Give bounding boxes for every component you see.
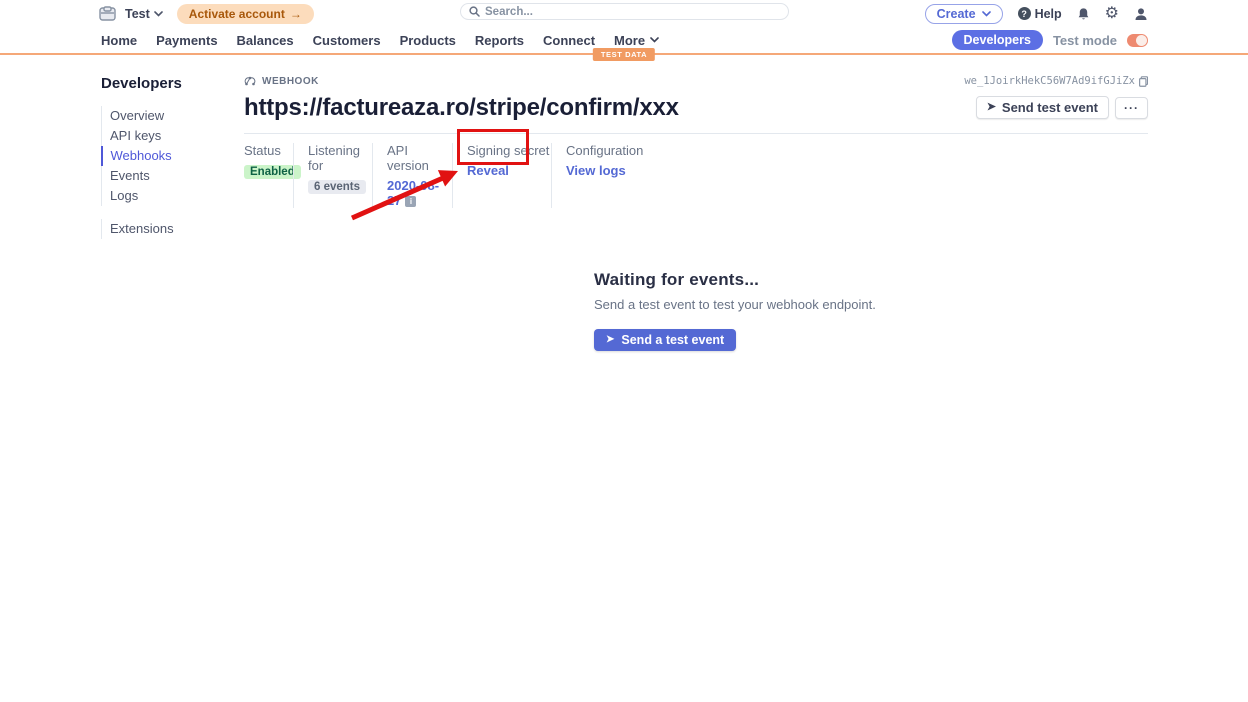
nav-item-customers[interactable]: Customers [313,33,381,48]
reveal-link[interactable]: Reveal [467,163,509,178]
view-logs-link[interactable]: View logs [566,163,626,178]
play-icon: ➤ [606,335,614,345]
info-icon: i [405,196,416,207]
activate-account-label: Activate account [189,7,285,21]
stripe-dashboard-webhook-page: { "topbar": { "env_label": "Test", "acti… [0,0,1248,702]
signing-secret-label: Signing secret [467,143,551,158]
webhook-actions: ➤ Send test event ··· [976,96,1148,119]
nav-item-connect[interactable]: Connect [543,33,595,48]
webhook-details-row: Status Enabled Listening for 6 events AP… [244,134,1148,208]
webhook-title-block: WEBHOOK https://factureaza.ro/stripe/con… [244,75,679,122]
nav-item-products[interactable]: Products [400,33,456,48]
test-mode-toggle[interactable] [1127,34,1148,47]
empty-state-subtitle: Send a test event to test your webhook e… [594,297,1148,312]
nav-item-reports[interactable]: Reports [475,33,524,48]
create-button[interactable]: Create [925,4,1003,24]
webhook-main: WEBHOOK https://factureaza.ro/stripe/con… [244,75,1148,351]
settings-gear-icon[interactable]: ⚙ [1105,6,1119,22]
play-icon: ➤ [987,102,996,113]
detail-status: Status Enabled [244,143,293,208]
listening-for-label: Listening for [308,143,372,173]
test-data-badge: TEST DATA [593,48,655,61]
empty-state-title: Waiting for events... [594,270,1148,290]
webhook-header: WEBHOOK https://factureaza.ro/stripe/con… [244,75,1148,122]
chevron-down-icon [650,37,659,43]
developers-button[interactable]: Developers [952,30,1043,50]
chevron-down-icon [982,11,991,17]
send-test-event-button[interactable]: ➤ Send test event [976,96,1109,119]
sidebar-item-webhooks[interactable]: Webhooks [101,146,245,166]
chevron-down-icon[interactable] [154,11,163,17]
sidebar-extra: Extensions [101,219,244,239]
notifications-bell-icon[interactable] [1077,7,1090,21]
nav-item-payments[interactable]: Payments [156,33,217,48]
search-bar[interactable] [460,3,789,20]
toggle-knob [1136,35,1147,46]
webhook-id-row: we_1JoirkHekC56W7Ad9ifGJiZx [964,75,1148,87]
webhook-id: we_1JoirkHekC56W7Ad9ifGJiZx [964,75,1135,87]
api-version-label: API version [387,143,452,173]
help-label: Help [1035,7,1062,21]
help-icon: ? [1018,7,1031,20]
nav-item-balances[interactable]: Balances [237,33,294,48]
sidebar-items: Overview API keys Webhooks Events Logs [101,106,244,206]
waiting-for-events-section: Waiting for events... Send a test event … [594,270,1148,351]
events-count-badge: 6 events [308,180,366,194]
send-a-test-event-label: Send a test event [621,333,724,347]
profile-avatar-icon[interactable] [1134,7,1148,21]
sidebar-title: Developers [101,75,244,92]
detail-configuration: Configuration View logs [551,143,643,208]
detail-api-version: API version 2020-08-27i [372,143,452,208]
developers-sidebar: Developers Overview API keys Webhooks Ev… [101,75,244,351]
configuration-label: Configuration [566,143,643,158]
send-test-event-label: Send test event [1002,100,1098,115]
more-options-button[interactable]: ··· [1115,97,1148,119]
test-mode-label: Test mode [1053,33,1117,48]
webhook-url-title: https://factureaza.ro/stripe/confirm/xxx [244,94,679,122]
more-label: More [614,33,645,48]
webhook-type-label: WEBHOOK [262,76,319,87]
status-label: Status [244,143,293,158]
search-icon [469,6,480,17]
nav-right: Developers Test mode [952,30,1148,50]
copy-icon[interactable] [1139,76,1148,87]
sidebar-item-api-keys[interactable]: API keys [102,126,244,146]
arrow-right-icon: → [290,7,302,21]
sidebar-item-extensions[interactable]: Extensions [102,219,244,239]
nav-item-home[interactable]: Home [101,33,137,48]
sidebar-item-logs[interactable]: Logs [102,186,244,206]
content-area: Developers Overview API keys Webhooks Ev… [0,55,1248,351]
search-input[interactable] [485,6,780,18]
help-button[interactable]: ? Help [1018,7,1062,21]
main-nav: Home Payments Balances Customers Product… [0,27,1248,55]
webhook-icon [244,75,256,87]
top-bar: Test Activate account → Create ? Help ⚙ [0,0,1248,27]
account-box-icon[interactable] [99,6,116,21]
webhook-header-right: we_1JoirkHekC56W7Ad9ifGJiZx ➤ Send test … [964,75,1148,119]
topbar-actions: Create ? Help ⚙ [925,4,1148,24]
detail-signing-secret: Signing secret Reveal [452,143,551,208]
sidebar-item-overview[interactable]: Overview [102,106,244,126]
activate-account-button[interactable]: Activate account → [177,4,314,24]
webhook-type-row: WEBHOOK [244,75,679,87]
sidebar-item-events[interactable]: Events [102,166,244,186]
detail-listening-for: Listening for 6 events [293,143,372,208]
environment-label[interactable]: Test [125,7,150,21]
create-label: Create [937,7,976,21]
send-a-test-event-button[interactable]: ➤ Send a test event [594,329,736,351]
nav-item-more[interactable]: More [614,33,659,48]
